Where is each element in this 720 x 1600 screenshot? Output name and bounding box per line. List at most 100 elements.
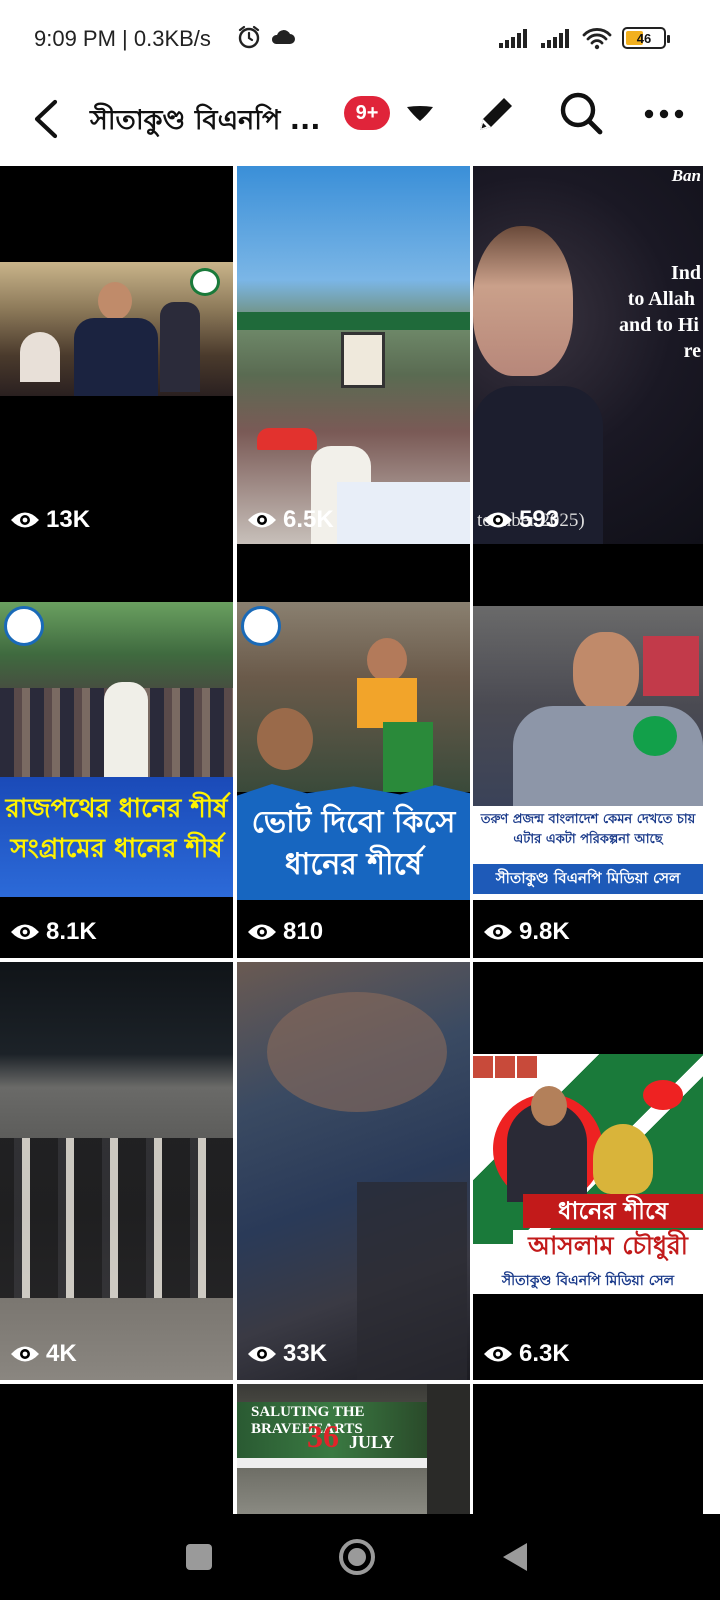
dropdown-button[interactable] [402, 98, 438, 128]
view-count-text: 8.1K [46, 918, 97, 945]
view-count: 13K [10, 506, 90, 534]
back-button[interactable] [24, 94, 68, 144]
view-count-text: 6.3K [519, 1340, 570, 1367]
recents-square-icon [186, 1544, 212, 1570]
view-count: 593 [483, 506, 559, 534]
page-title[interactable]: সীতাকুণ্ড বিএনপি ... [90, 100, 320, 145]
banner-line: রাজপথের ধানের শীর্ষ [5, 794, 228, 824]
eye-icon [484, 1346, 512, 1362]
alarm-icon [238, 25, 260, 49]
overlay-line: Ban [671, 166, 701, 185]
search-icon [560, 92, 603, 135]
signal-icon-2 [541, 29, 569, 48]
video-tile[interactable]: 4K [0, 962, 233, 1380]
view-count: 6.3K [483, 1340, 570, 1368]
banner-line: আসলাম চৌধুরী [513, 1230, 703, 1262]
video-thumbnail [473, 606, 703, 806]
view-count: 6.5K [247, 506, 334, 534]
video-thumbnail [237, 166, 470, 546]
eye-icon [484, 924, 512, 940]
home-button[interactable] [332, 1532, 382, 1582]
overlay-line: and to Hi [618, 314, 699, 336]
video-tile[interactable]: ভোট দিবো কিসে ধানের শীর্ষে 810 [237, 544, 470, 958]
video-tile[interactable]: 6.5K [237, 166, 470, 546]
video-thumbnail [0, 962, 233, 1380]
status-icons-right: 46 [498, 26, 670, 50]
banner-footer-text: সীতাকুণ্ড বিএনপি মিডিয়া সেল [501, 1273, 675, 1289]
status-icons-left [236, 24, 296, 50]
view-count: 9.8K [483, 918, 570, 946]
cloud-icon [271, 30, 295, 44]
home-circle-icon [339, 1539, 375, 1575]
video-thumbnail [0, 262, 233, 396]
banner-footer: সীতাকুণ্ড বিএনপি মিডিয়া সেল [473, 864, 703, 894]
video-tile[interactable]: 33K [237, 962, 470, 1380]
video-tile[interactable]: Ban Ind to Allah and to Hi re to mber 20… [473, 166, 703, 546]
more-dots-icon [644, 109, 684, 119]
eye-icon [248, 512, 276, 528]
banner-line: সংগ্রামের ধানের শীর্ষ [10, 834, 223, 864]
search-button[interactable] [554, 86, 608, 140]
banner-footer: সীতাকুণ্ড বিএনপি মিডিয়া সেল [473, 1268, 703, 1294]
back-arrow-icon [34, 99, 58, 139]
video-tile[interactable]: ধানের শীষে আসলাম চৌধুরী সীতাকুণ্ড বিএনপি… [473, 962, 703, 1380]
eye-icon [248, 924, 276, 940]
edit-button[interactable] [470, 88, 522, 140]
recents-button[interactable] [174, 1532, 224, 1582]
video-tile[interactable]: 13K [0, 166, 233, 546]
battery-icon: 46 [622, 27, 670, 49]
video-banner: তরুণ প্রজন্ম বাংলাদেশ কেমন দেখতে চায় এট… [473, 806, 703, 900]
view-count-text: 9.8K [519, 918, 570, 945]
banner-line: এটার একটা পরিকল্পনা আছে [513, 832, 663, 847]
banner-line: তরুণ প্রজন্ম বাংলাদেশ কেমন দেখতে চায় [480, 812, 696, 827]
eye-icon [11, 924, 39, 940]
view-count-text: 810 [283, 918, 324, 945]
eye-icon [484, 512, 512, 528]
view-count: 8.1K [10, 918, 97, 946]
view-count-text: 6.5K [283, 506, 334, 533]
overlay-line: JULY [349, 1432, 395, 1452]
eye-icon [11, 1346, 39, 1362]
banner-line: ভোট দিবো কিসে [251, 805, 456, 840]
view-count-text: 4K [46, 1340, 77, 1367]
video-thumbnail [473, 166, 703, 546]
status-bar: 9:09 PM | 0.3KB/s 46 [0, 0, 720, 80]
video-tile[interactable] [473, 1384, 703, 1514]
banner-line: ধানের শীষে [523, 1194, 703, 1228]
video-tile[interactable]: রাজপথের ধানের শীর্ষ সংগ্রামের ধানের শীর্… [0, 544, 233, 958]
banner-line: ধানের শীর্ষে [284, 847, 423, 882]
video-thumbnail [237, 962, 470, 1380]
more-options-button[interactable] [638, 88, 690, 140]
battery-level: 46 [636, 30, 652, 46]
eye-icon [11, 512, 39, 528]
page-header: সীতাকুণ্ড বিএনপি ... 9+ [0, 80, 720, 166]
video-thumbnail [237, 602, 470, 792]
overlay-line: to Allah [627, 288, 695, 310]
view-count: 810 [247, 918, 323, 946]
notification-badge[interactable]: 9+ [344, 96, 390, 130]
system-nav-bar [0, 1514, 720, 1600]
video-banner: ভোট দিবো কিসে ধানের শীর্ষে [237, 784, 470, 900]
view-count-text: 33K [283, 1340, 328, 1367]
back-nav-button[interactable] [490, 1532, 540, 1582]
overlay-line: re [683, 340, 701, 362]
overlay-line: 36 [307, 1418, 339, 1454]
view-count-text: 593 [519, 506, 560, 533]
view-count: 4K [10, 1340, 77, 1368]
video-thumbnail [0, 602, 233, 777]
video-grid: 13K 6.5K Ban Ind to Allah and to Hi re t… [0, 166, 720, 1514]
video-tile[interactable]: SALUTING THE BRAVEHEARTS 36 JULY [237, 1384, 470, 1514]
edit-pencil-icon [480, 98, 512, 130]
dropdown-caret-icon [407, 106, 433, 121]
eye-icon [248, 1346, 276, 1362]
video-banner: রাজপথের ধানের শীর্ষ সংগ্রামের ধানের শীর্… [0, 777, 233, 897]
video-tile[interactable] [0, 1384, 233, 1514]
status-time: 9:09 PM | 0.3KB/s [34, 26, 211, 51]
video-tile[interactable]: তরুণ প্রজন্ম বাংলাদেশ কেমন দেখতে চায় এট… [473, 544, 703, 958]
banner-footer-text: সীতাকুণ্ড বিএনপি মিডিয়া সেল [495, 868, 681, 887]
view-count-text: 13K [46, 506, 91, 533]
overlay-line: Ind [670, 262, 701, 284]
back-triangle-icon [503, 1543, 527, 1571]
view-count: 33K [247, 1340, 327, 1368]
wifi-icon [582, 28, 612, 50]
